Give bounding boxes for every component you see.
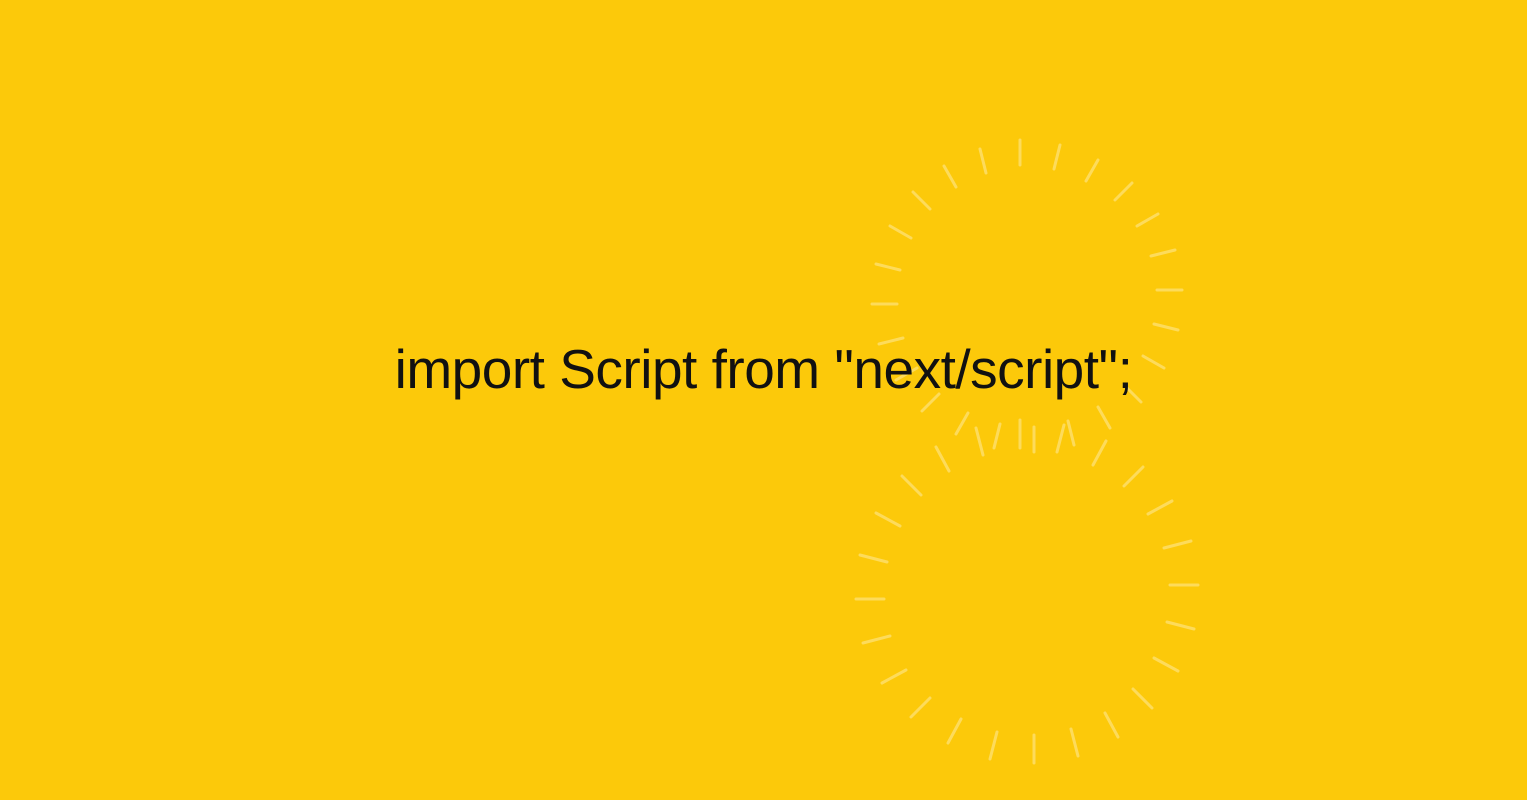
- code-snippet-text: import Script from "next/script";: [0, 337, 1527, 401]
- sunburst-decoration-bottom: [820, 400, 1220, 800]
- sunburst-decoration-top: [840, 120, 1200, 480]
